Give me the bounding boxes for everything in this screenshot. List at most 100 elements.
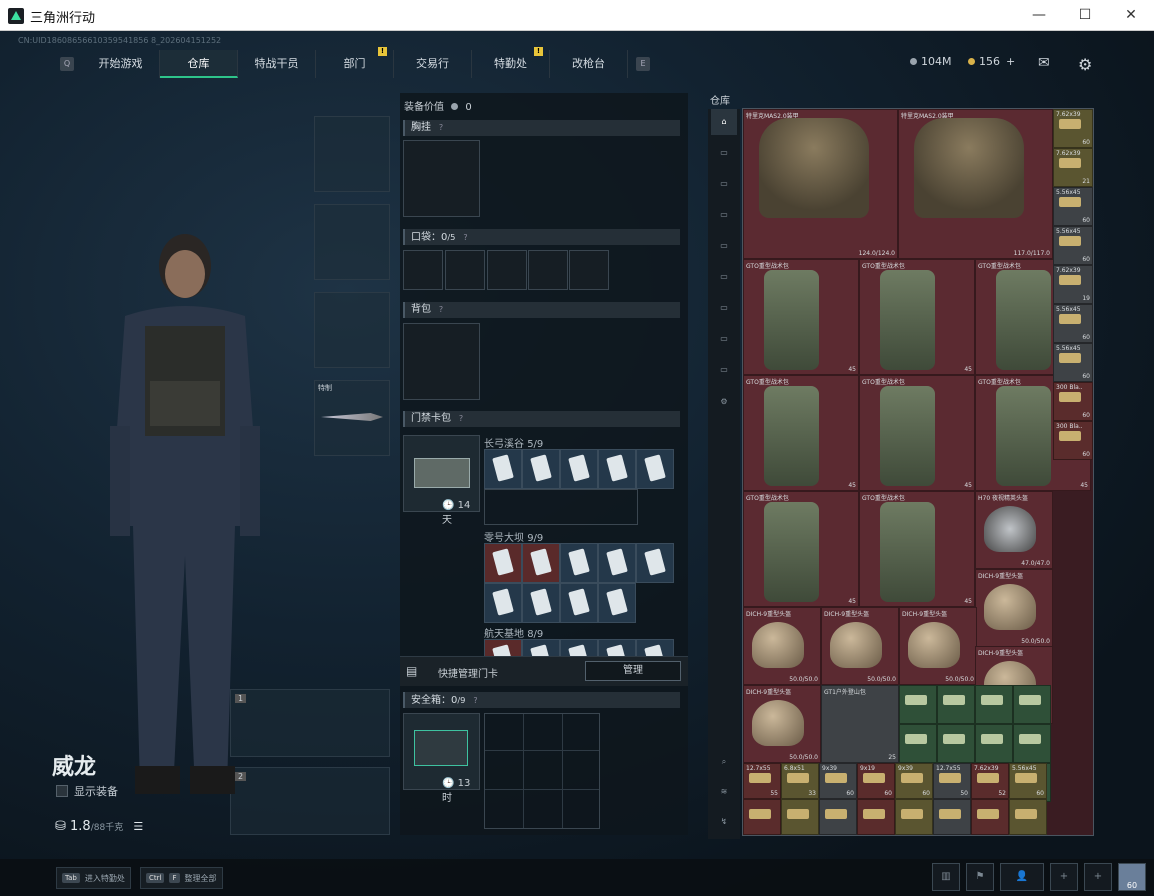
ammo-item[interactable]: 300 Bla.. 60 (1053, 382, 1093, 421)
stash-filter-icon[interactable]: ⌕ (711, 749, 737, 775)
add-squad-slot[interactable]: + (1084, 863, 1112, 891)
stash-tab-1[interactable]: ▭ (711, 140, 737, 166)
ammo-item[interactable]: 9x39 60 (819, 763, 857, 799)
ammo-item[interactable]: 5.56x45 60 (1053, 226, 1093, 265)
chest-rig-slot[interactable] (403, 140, 480, 217)
ammo-item[interactable]: 9x19 60 (857, 763, 895, 799)
armor-item[interactable]: 特里克MAS2.0装甲 117.0/117.0 (898, 109, 1053, 259)
ammo-item[interactable]: 12.7x55 55 (743, 763, 781, 799)
ammo-item[interactable] (895, 799, 933, 835)
manage-button[interactable]: 管理 (585, 661, 681, 681)
settings-gear-icon[interactable]: ⚙ (1078, 55, 1092, 74)
ammo-item[interactable] (975, 724, 1013, 763)
ammo-item[interactable]: 5.56x45 60 (1053, 304, 1093, 343)
help-icon[interactable]: ? (460, 233, 470, 243)
maximize-button[interactable]: ☐ (1062, 0, 1108, 31)
ammo-item[interactable] (933, 799, 971, 835)
ammo-item[interactable] (1009, 799, 1047, 835)
stash-tab-8[interactable]: ▭ (711, 357, 737, 383)
stats-icon[interactable]: ▥ (932, 863, 960, 891)
add-squad-slot[interactable]: + (1050, 863, 1078, 891)
ammo-item[interactable]: 300 Bla.. 60 (1053, 421, 1093, 460)
ammo-item[interactable] (1013, 685, 1051, 724)
ammo-item[interactable] (781, 799, 819, 835)
weight-list-icon[interactable]: ☰ (133, 820, 143, 833)
keycard[interactable] (560, 449, 598, 489)
keycard[interactable] (598, 583, 636, 623)
nav-tab[interactable]: 部门! (316, 47, 394, 78)
safebox-slot[interactable]: 🕒 13时 (403, 713, 480, 804)
stash-tab-5[interactable]: ▭ (711, 264, 737, 290)
keycard[interactable] (484, 583, 522, 623)
show-equipment-toggle[interactable]: 显示装备 (56, 783, 118, 799)
ammo-item[interactable] (937, 685, 975, 724)
helmet-item[interactable]: DICH-9重型头盔 50.0/50.0 (743, 685, 821, 763)
flag-icon[interactable]: ⚑ (966, 863, 994, 891)
keycard-empty-slots[interactable] (484, 489, 638, 525)
keycard-case-slot[interactable]: 🕒 14天 (403, 435, 480, 526)
backpack-item[interactable]: GTO重型战术包 45 (859, 491, 975, 607)
ammo-item[interactable]: 5.56x45 60 (1009, 763, 1047, 799)
ammo-item[interactable] (1013, 724, 1051, 763)
ammo-item[interactable]: 12.7x55 50 (933, 763, 971, 799)
close-button[interactable]: ✕ (1108, 0, 1154, 31)
help-icon[interactable]: ? (436, 123, 446, 133)
helmet-slot[interactable] (314, 116, 390, 192)
ammo-item[interactable]: 5.56x45 60 (1053, 187, 1093, 226)
armor-item[interactable]: 特里克MAS2.0装甲 124.0/124.0 (743, 109, 898, 259)
help-icon[interactable]: ? (470, 696, 480, 706)
ammo-item[interactable]: 7.62x39 52 (971, 763, 1009, 799)
keycard[interactable] (522, 449, 560, 489)
hint-enter-special[interactable]: Tab 进入特勤处 (56, 867, 131, 889)
nav-tab[interactable]: 仓库 (160, 50, 238, 78)
stash-home-icon[interactable]: ⌂ (711, 109, 737, 135)
ammo-item[interactable] (899, 685, 937, 724)
backpack-item[interactable]: GTO重型战术包 45 (743, 375, 859, 491)
backpack-item[interactable]: GTO重型战术包 45 (859, 375, 975, 491)
stash-tab-7[interactable]: ▭ (711, 326, 737, 352)
ammo-item[interactable] (857, 799, 895, 835)
friends-icon[interactable]: 👤 (1000, 863, 1044, 891)
nav-tab[interactable]: 特战干员 (238, 50, 316, 78)
nav-tab[interactable]: 特勤处! (472, 47, 550, 78)
keycard[interactable] (560, 543, 598, 583)
ammo-item[interactable]: 5.56x45 60 (1053, 343, 1093, 382)
keycard[interactable] (598, 543, 636, 583)
keycard[interactable] (598, 449, 636, 489)
backpack-item[interactable]: GTO重型战术包 45 (743, 259, 859, 375)
hiking-backpack-item[interactable]: GT1户外登山包 25 (821, 685, 899, 763)
backpack-item[interactable]: GTO重型战术包 45 (859, 259, 975, 375)
keycard[interactable] (484, 543, 522, 583)
keycard[interactable] (484, 449, 522, 489)
helmet-item[interactable]: DICH-9重型头盔 50.0/50.0 (975, 569, 1053, 647)
keycard[interactable] (522, 543, 560, 583)
ammo-item[interactable] (971, 799, 1009, 835)
pocket-slot[interactable] (403, 250, 443, 290)
keycard[interactable] (636, 449, 674, 489)
ammo-item[interactable] (975, 685, 1013, 724)
keycard[interactable] (636, 543, 674, 583)
add-bonds-button[interactable]: + (1006, 55, 1015, 68)
ammo-item[interactable]: 6.8x51 33 (781, 763, 819, 799)
ammo-item[interactable] (937, 724, 975, 763)
ammo-item[interactable] (899, 724, 937, 763)
stash-tab-6[interactable]: ▭ (711, 295, 737, 321)
stash-tab-4[interactable]: ▭ (711, 233, 737, 259)
ammo-item[interactable]: 7.62x39 19 (1053, 265, 1093, 304)
stash-sort-icon[interactable]: ↯ (711, 809, 737, 835)
nav-next-key[interactable]: E (636, 57, 650, 71)
backpack-slot[interactable] (403, 323, 480, 400)
helmet-item[interactable]: DICH-9重型头盔 50.0/50.0 (743, 607, 821, 685)
player-avatar[interactable]: 60 (1118, 863, 1146, 891)
ammo-item[interactable] (743, 799, 781, 835)
stash-tab-2[interactable]: ▭ (711, 171, 737, 197)
pocket-slot[interactable] (487, 250, 527, 290)
keycard[interactable] (560, 583, 598, 623)
hint-sort-all[interactable]: Ctrl F 整理全部 (140, 867, 223, 889)
nav-prev-key[interactable]: Q (60, 57, 74, 71)
stash-tab-3[interactable]: ▭ (711, 202, 737, 228)
ammo-item[interactable] (819, 799, 857, 835)
pocket-slot[interactable] (528, 250, 568, 290)
ammo-item[interactable]: 9x39 60 (895, 763, 933, 799)
pocket-slot[interactable] (569, 250, 609, 290)
